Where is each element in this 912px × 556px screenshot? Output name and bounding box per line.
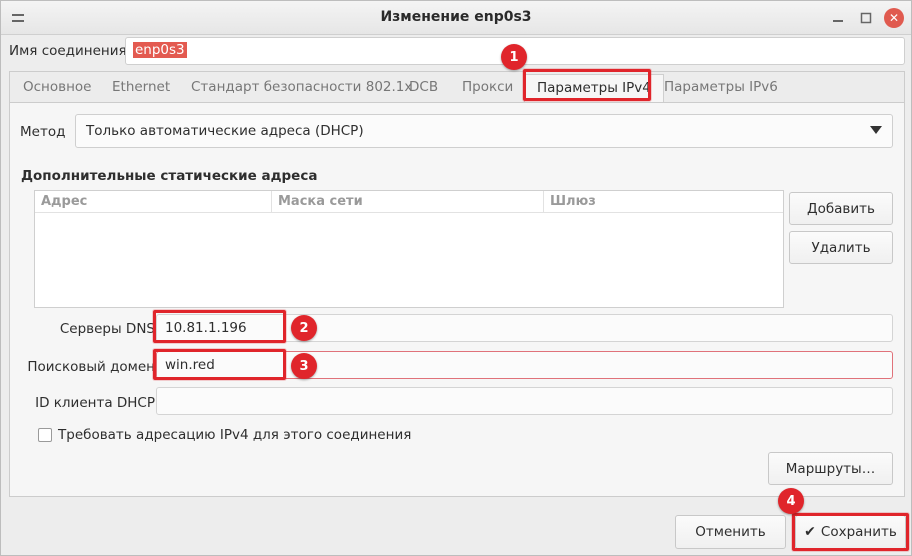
require-ipv4-checkbox[interactable] xyxy=(38,428,52,442)
delete-button[interactable]: Удалить xyxy=(789,231,893,264)
column-netmask[interactable]: Маска сети xyxy=(278,194,363,209)
tab-dcb[interactable]: DCB xyxy=(409,79,438,95)
add-button[interactable]: Добавить xyxy=(789,192,893,225)
edit-connection-dialog: Изменение enp0s3 ✕ Имя соединения enp0s3… xyxy=(0,0,912,556)
annotation-badge-3: 3 xyxy=(291,353,317,379)
search-domain-label: Поисковый домен xyxy=(27,359,155,375)
tab-8021x-security[interactable]: Стандарт безопасности 802.1x xyxy=(191,79,412,95)
annotation-badge-4: 4 xyxy=(778,488,804,514)
tab-general[interactable]: Основное xyxy=(23,79,91,95)
dropdown-arrow-icon xyxy=(870,126,882,134)
column-address[interactable]: Адрес xyxy=(41,194,87,209)
dhcp-client-id-input[interactable] xyxy=(156,387,893,415)
method-dropdown[interactable]: Только автоматические адреса (DHCP) xyxy=(75,114,893,148)
maximize-icon[interactable] xyxy=(853,5,879,31)
require-ipv4-label[interactable]: Требовать адресацию IPv4 для этого соеди… xyxy=(58,427,411,443)
title-bar: Изменение enp0s3 ✕ xyxy=(1,1,911,35)
tab-ethernet[interactable]: Ethernet xyxy=(112,79,170,95)
column-divider xyxy=(543,191,544,213)
dhcp-client-id-label: ID клиента DHCP xyxy=(35,395,155,411)
connection-name-value: enp0s3 xyxy=(133,42,187,58)
tab-bar: Основное Ethernet Стандарт безопасности … xyxy=(10,72,904,103)
column-gateway[interactable]: Шлюз xyxy=(550,194,596,209)
settings-notebook: Основное Ethernet Стандарт безопасности … xyxy=(9,71,905,497)
close-icon[interactable]: ✕ xyxy=(881,5,907,31)
connection-name-label: Имя соединения xyxy=(9,43,127,59)
highlight-ipv4-tab xyxy=(523,69,651,101)
static-addresses-table[interactable]: Адрес Маска сети Шлюз xyxy=(34,190,784,308)
method-label: Метод xyxy=(20,124,66,140)
highlight-dns xyxy=(153,310,286,343)
routes-button[interactable]: Маршруты… xyxy=(768,452,893,485)
highlight-search-domain xyxy=(153,349,286,380)
highlight-save-button xyxy=(792,513,909,551)
tab-ipv6-settings[interactable]: Параметры IPv6 xyxy=(664,79,778,95)
dns-servers-label: Серверы DNS xyxy=(59,321,155,337)
column-divider xyxy=(271,191,272,213)
annotation-badge-2: 2 xyxy=(291,315,317,341)
window-title: Изменение enp0s3 xyxy=(380,9,532,25)
annotation-badge-1: 1 xyxy=(501,44,527,70)
static-addresses-title: Дополнительные статические адреса xyxy=(21,168,318,184)
cancel-button[interactable]: Отменить xyxy=(675,515,786,549)
method-value: Только автоматические адреса (DHCP) xyxy=(86,123,364,139)
table-header: Адрес Маска сети Шлюз xyxy=(35,191,783,213)
minimize-icon[interactable] xyxy=(825,5,851,31)
tab-proxy[interactable]: Прокси xyxy=(462,79,513,95)
